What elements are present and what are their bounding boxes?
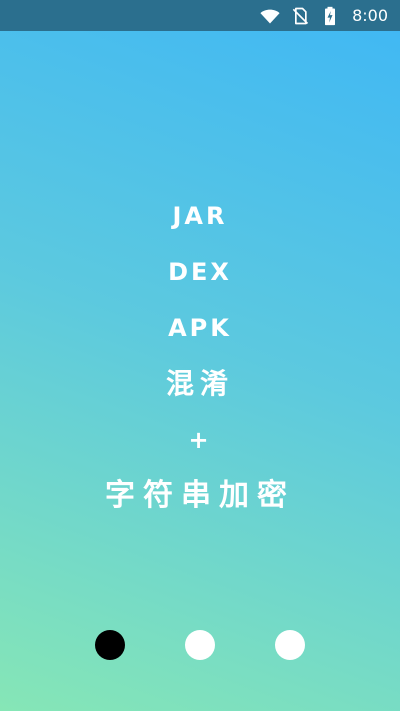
feature-apk: APK	[168, 314, 232, 342]
page-dot-2[interactable]	[185, 630, 215, 660]
status-bar: 8:00	[0, 0, 400, 31]
page-dot-3[interactable]	[275, 630, 305, 660]
page-indicator	[0, 630, 400, 662]
feature-jar: JAR	[172, 202, 228, 230]
feature-plus: +	[188, 426, 212, 454]
feature-string-encryption: 字符串加密	[105, 478, 295, 513]
no-sim-icon	[292, 7, 309, 24]
feature-list: JAR DEX APK 混淆 + 字符串加密	[0, 188, 400, 524]
battery-charging-icon	[325, 6, 336, 25]
status-time: 8:00	[352, 5, 388, 25]
feature-obfuscation: 混淆	[165, 367, 234, 400]
page-dot-1[interactable]	[95, 630, 125, 660]
intro-screen: 8:00 JAR DEX APK 混淆 + 字符串加密	[0, 0, 400, 711]
wifi-icon	[260, 9, 280, 23]
feature-dex: DEX	[168, 258, 232, 286]
